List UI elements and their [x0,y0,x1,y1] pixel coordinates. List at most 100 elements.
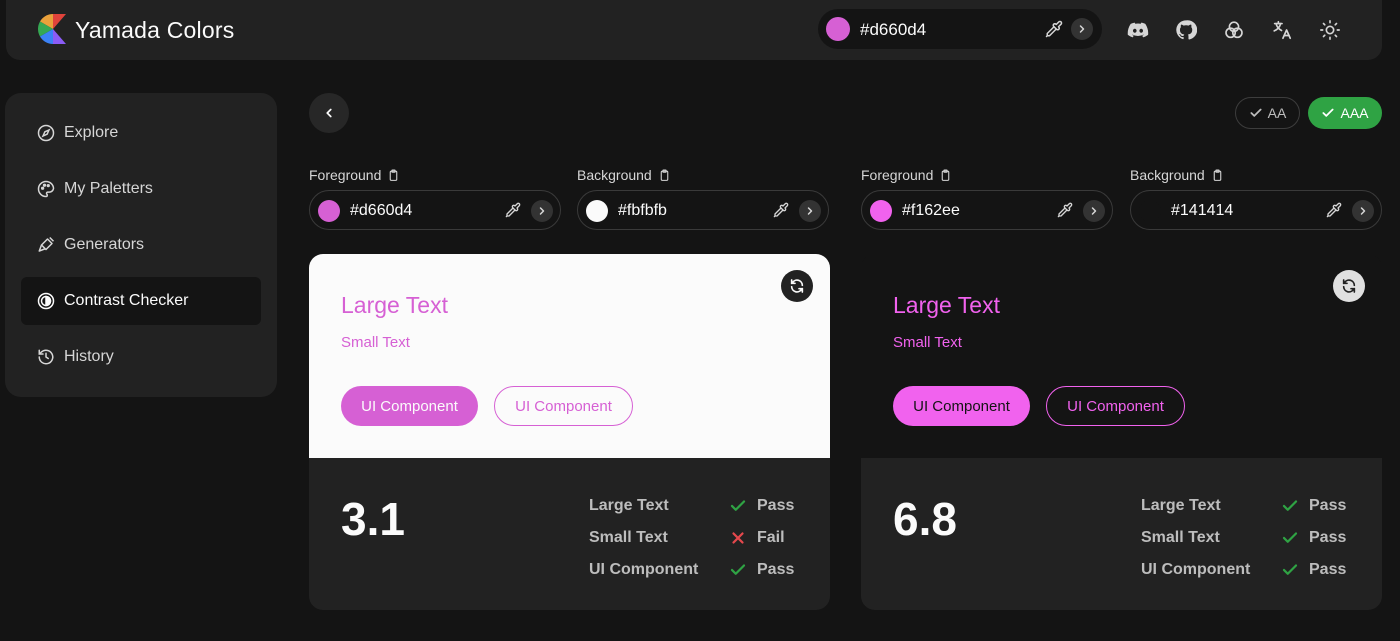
result-label: Small Text [589,529,668,546]
eyedropper-icon[interactable] [1057,202,1073,218]
level-aa-button[interactable]: AA [1235,97,1300,129]
app-header: Yamada Colors #d660d4 [6,0,1382,60]
eyedropper-icon[interactable] [1045,20,1063,38]
panel-1-background-next-button[interactable] [799,200,821,222]
sidebar-item-label: Contrast Checker [64,292,189,309]
sidebar: Explore My Paletters Generators Contrast… [5,93,277,397]
preview-area: Large Text Small Text UI Component UI Co… [861,254,1382,458]
result-area: 3.1 Large Text Pass Small Text Fail UI C… [309,458,830,610]
sidebar-item-label: My Paletters [64,180,153,197]
panel-1-foreground-swatch[interactable] [318,200,340,222]
check-icon [1282,500,1298,511]
eyedropper-icon[interactable] [773,202,789,218]
sidebar-item-label: Generators [64,236,145,253]
result-status: Pass [757,561,795,578]
swap-colors-button[interactable] [1333,270,1365,302]
sidebar-item-history[interactable]: History [21,333,261,381]
panel-2-foreground-field[interactable]: #f162ee [861,190,1113,230]
panel-1-background-value[interactable]: #fbfbfb [618,202,667,220]
result-status: Pass [1309,529,1347,546]
result-row-large-text: Large Text Pass [589,495,809,517]
level-aaa-label: AAA [1340,105,1369,121]
preview-area: Large Text Small Text UI Component UI Co… [309,254,830,458]
check-icon [1250,108,1262,117]
panel-1-foreground-next-button[interactable] [531,200,553,222]
preview-large-text: Large Text [341,292,448,318]
panel-1-background-field[interactable]: #fbfbfb [577,190,829,230]
preview-ui-solid-button[interactable]: UI Component [341,386,478,426]
contrast-icon [37,292,55,310]
contrast-card-1: Large Text Small Text UI Component UI Co… [309,254,830,610]
result-row-ui-component: UI Component Pass [589,559,809,581]
discord-icon[interactable] [1126,18,1150,42]
header-color-value[interactable]: #d660d4 [860,20,926,40]
chevron-right-icon [1091,207,1097,215]
clipboard-icon[interactable] [939,169,952,182]
panel-1-foreground-field[interactable]: #d660d4 [309,190,561,230]
contrast-card-2: Large Text Small Text UI Component UI Co… [861,254,1382,610]
theme-sun-icon[interactable] [1318,18,1342,42]
chevron-right-icon [539,207,545,215]
palette-icon [37,180,55,198]
sidebar-item-generators[interactable]: Generators [21,221,261,269]
panel-2-foreground-next-button[interactable] [1083,200,1105,222]
panel-1-foreground-value[interactable]: #d660d4 [350,202,412,220]
panel-2-background-swatch[interactable] [1139,200,1161,222]
result-row-ui-component: UI Component Pass [1141,559,1361,581]
panel-2-background-label: Background [1130,167,1224,183]
clipboard-icon[interactable] [387,169,400,182]
panel-2-background-value[interactable]: #141414 [1171,202,1233,220]
sidebar-item-my-paletters[interactable]: My Paletters [21,165,261,213]
contrast-ratio: 3.1 [341,493,405,545]
color-mode-icon[interactable] [1222,18,1246,42]
result-label: UI Component [589,561,699,578]
refresh-icon [1342,279,1356,293]
compass-icon [37,124,55,142]
preview-small-text: Small Text [893,334,962,351]
sidebar-item-label: History [64,348,114,365]
result-label: Large Text [1141,497,1221,514]
check-icon [1322,108,1335,117]
refresh-icon [790,279,804,293]
panel-2-background-field[interactable]: #141414 [1130,190,1382,230]
level-aaa-button[interactable]: AAA [1308,97,1382,129]
result-row-small-text: Small Text Fail [589,527,809,549]
eyedropper-icon[interactable] [1326,202,1342,218]
preview-ui-outline-button[interactable]: UI Component [1046,386,1185,426]
clipboard-icon[interactable] [1211,169,1224,182]
panel-1-background-label: Background [577,167,671,183]
header-color-picker[interactable]: #d660d4 [818,9,1102,49]
result-status: Pass [757,497,795,514]
result-status: Fail [757,529,785,546]
contrast-ratio: 6.8 [893,493,957,545]
chevron-left-icon [326,108,332,118]
logo-icon[interactable] [38,14,68,44]
header-color-swatch[interactable] [826,17,850,41]
sidebar-item-contrast-checker[interactable]: Contrast Checker [21,277,261,325]
panel-2-foreground-swatch[interactable] [870,200,892,222]
header-color-next-button[interactable] [1071,18,1093,40]
result-area: 6.8 Large Text Pass Small Text Pass UI C… [861,458,1382,610]
panel-1-foreground-label-text: Foreground [309,167,382,183]
result-row-small-text: Small Text Pass [1141,527,1361,549]
app-title[interactable]: Yamada Colors [75,17,234,44]
swap-colors-button[interactable] [781,270,813,302]
panel-1-foreground-label: Foreground [309,167,400,183]
chevron-right-icon [1079,25,1085,33]
clipboard-icon[interactable] [658,169,671,182]
panel-2-background-next-button[interactable] [1352,200,1374,222]
check-icon [730,500,746,511]
github-icon[interactable] [1174,18,1198,42]
panel-2-foreground-value[interactable]: #f162ee [902,202,960,220]
panel-2-foreground-label: Foreground [861,167,952,183]
panel-1-background-swatch[interactable] [586,200,608,222]
preview-ui-solid-button[interactable]: UI Component [893,386,1030,426]
language-icon[interactable] [1270,18,1294,42]
preview-ui-outline-button[interactable]: UI Component [494,386,633,426]
eyedropper-icon[interactable] [505,202,521,218]
back-button[interactable] [309,93,349,133]
sidebar-item-label: Explore [64,124,119,141]
panel-1-background-label-text: Background [577,167,652,183]
sidebar-item-explore[interactable]: Explore [21,109,261,157]
result-label: UI Component [1141,561,1251,578]
